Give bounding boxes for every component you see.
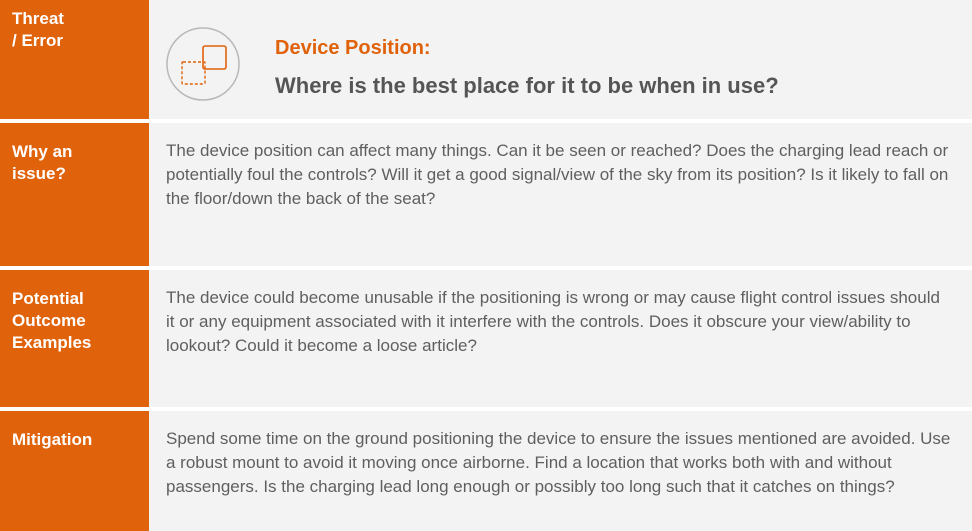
potential-outcome-label: Potential Outcome Examples: [0, 270, 149, 407]
device-position-icon: [166, 27, 240, 101]
header-content: Device Position: Where is the best place…: [149, 0, 972, 119]
why-issue-label: Why an issue?: [0, 123, 149, 266]
potential-outcome-row: Potential Outcome Examples The device co…: [0, 270, 972, 407]
why-issue-text: The device position can affect many thin…: [149, 123, 972, 266]
mitigation-row: Mitigation Spend some time on the ground…: [0, 411, 972, 531]
page-title: Device Position:: [275, 37, 431, 59]
threat-error-label: Threat / Error: [0, 0, 149, 119]
why-issue-row: Why an issue? The device position can af…: [0, 123, 972, 266]
threat-table: Threat / Error Device Position: Where is…: [0, 0, 972, 531]
mitigation-text: Spend some time on the ground positionin…: [149, 411, 972, 531]
header-row: Threat / Error Device Position: Where is…: [0, 0, 972, 119]
page-subtitle: Where is the best place for it to be whe…: [275, 73, 779, 98]
mitigation-label: Mitigation: [0, 411, 149, 531]
potential-outcome-text: The device could become unusable if the …: [149, 270, 972, 407]
